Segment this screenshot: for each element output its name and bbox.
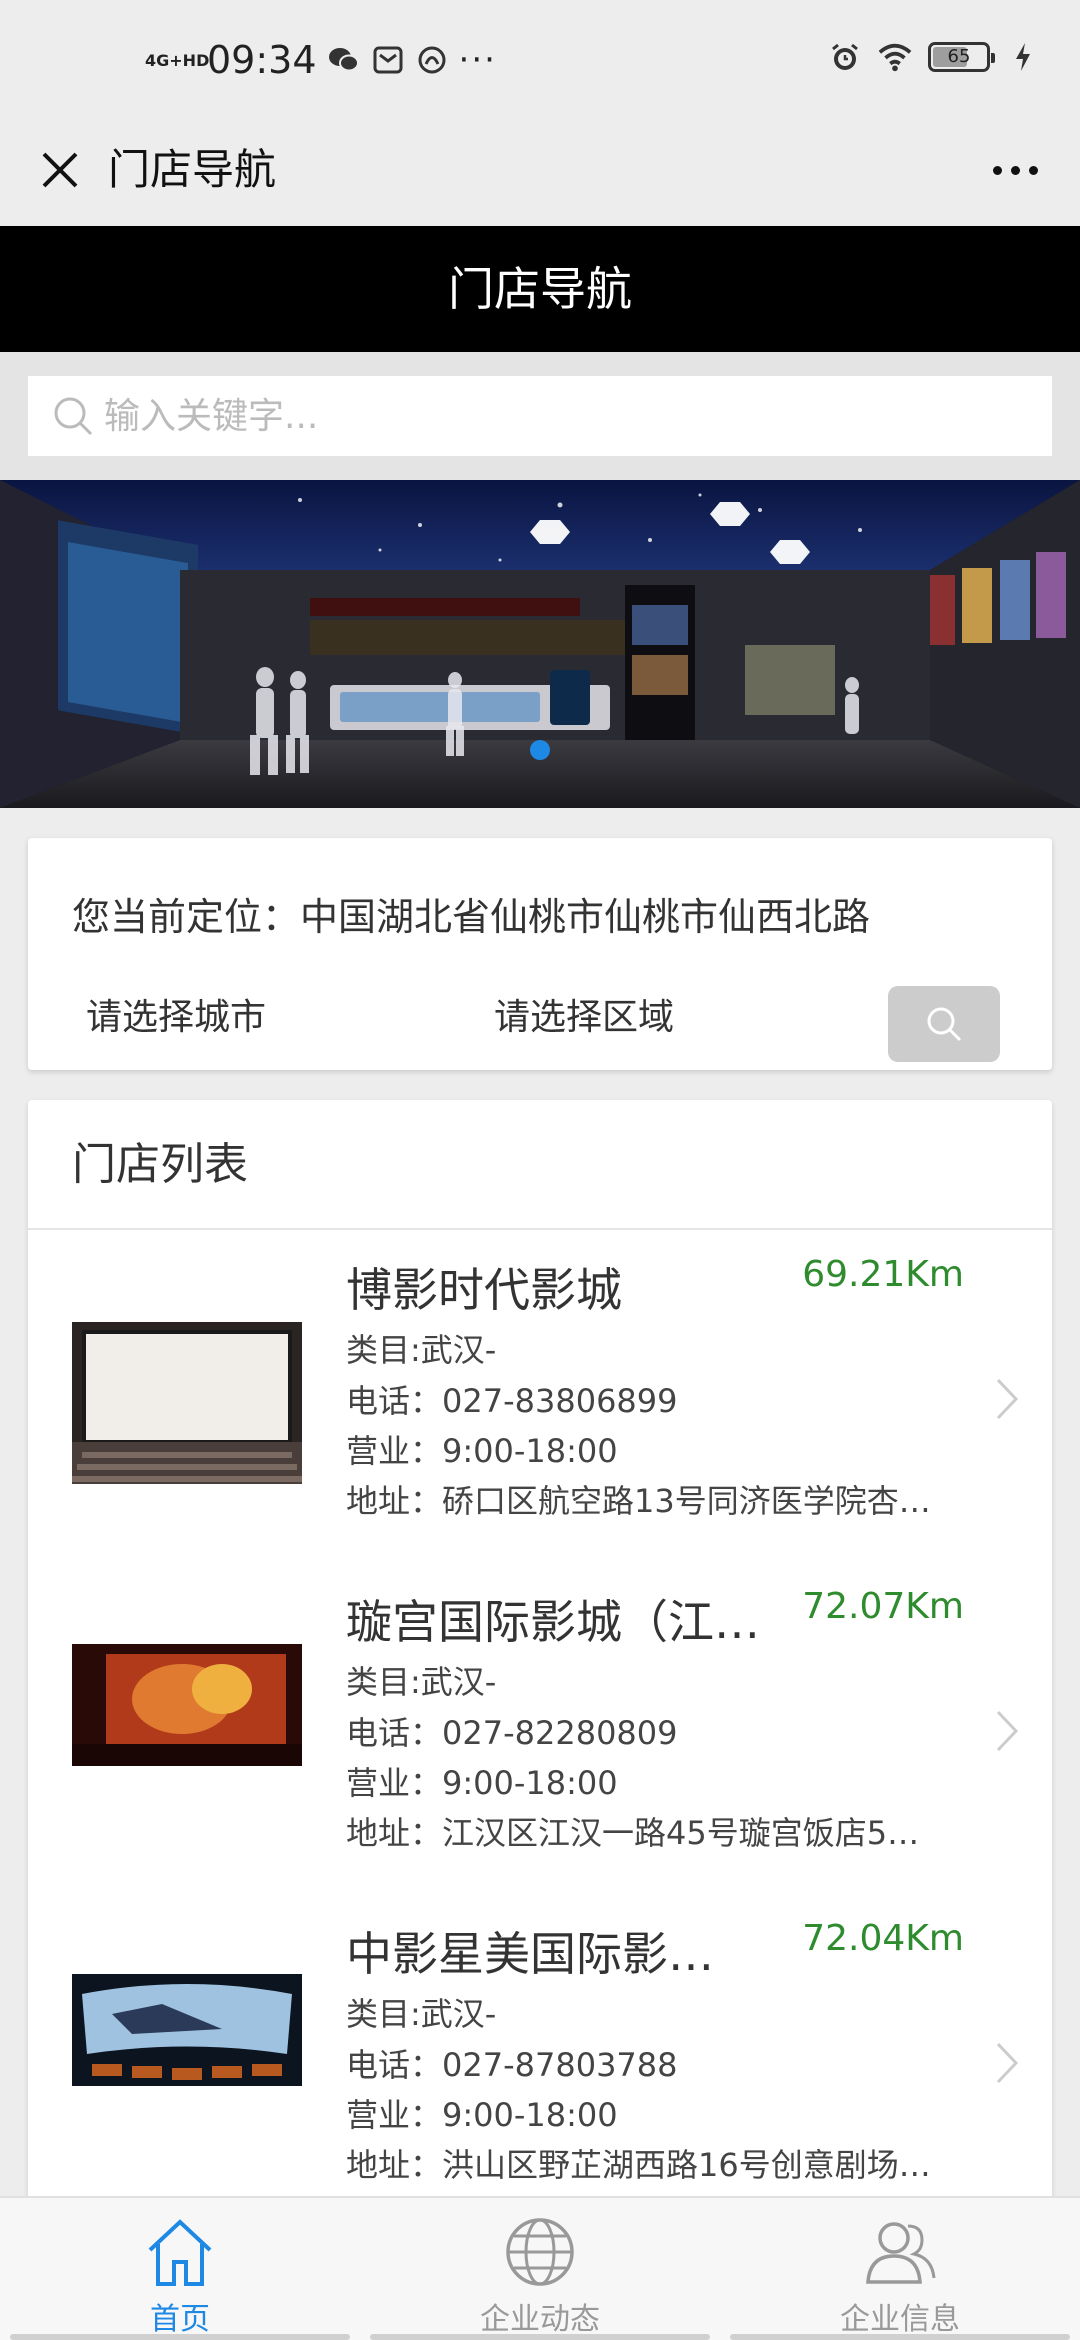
current-location: 您当前定位：中国湖北省仙桃市仙桃市仙西北路 <box>72 895 871 939</box>
more-icon-dot <box>992 165 1002 175</box>
carousel-indicator-dot[interactable] <box>530 740 550 760</box>
store-thumbnail <box>72 1322 302 1484</box>
chevron-right-icon <box>992 1374 1022 1424</box>
clock: 09:34 <box>207 38 317 82</box>
store-category: 类目:武汉- <box>346 1995 497 2033</box>
tab-indicator <box>10 2334 350 2340</box>
search-icon <box>54 397 93 436</box>
store-address: 地址：硚口区航空路13号同济医学院杏… <box>346 1482 931 1520</box>
store-hours: 营业：9:00-18:00 <box>346 2096 618 2134</box>
more-icon-dot <box>1010 165 1020 175</box>
store-list: 门店列表 博影时代影城 69.21Km 类目:武汉- 电话：027-838068… <box>28 1100 1052 2240</box>
close-icon <box>42 152 78 188</box>
store-item[interactable]: 博影时代影城 69.21Km 类目:武汉- 电话：027-83806899 营业… <box>28 1232 1052 1562</box>
home-icon <box>148 2219 212 2286</box>
store-category: 类目:武汉- <box>346 1331 497 1369</box>
store-item[interactable]: 中影星美国际影… 72.04Km 类目:武汉- 电话：027-87803788 … <box>28 1896 1052 2226</box>
users-icon <box>866 2222 936 2284</box>
wifi-icon <box>878 40 912 74</box>
mail-notification-icon <box>371 43 405 77</box>
store-address: 地址：江汉区江汉一路45号璇宫饭店5… <box>346 1814 920 1852</box>
store-phone: 电话：027-83806899 <box>346 1382 678 1420</box>
search-box[interactable] <box>28 376 1052 456</box>
store-name: 中影星美国际影… <box>346 1927 714 1981</box>
status-bar: 4G+HD 09:34 ··· 65 <box>0 0 1080 120</box>
store-distance: 69.21Km <box>802 1254 964 1295</box>
banner-carousel[interactable] <box>0 480 1080 808</box>
alarm-icon <box>828 40 862 74</box>
store-phone: 电话：027-87803788 <box>346 2046 678 2084</box>
status-right: 65 <box>828 40 1040 74</box>
search-icon <box>927 1007 962 1042</box>
store-distance: 72.04Km <box>802 1918 964 1959</box>
store-item[interactable]: 璇宫国际影城（江… 72.07Km 类目:武汉- 电话：027-82280809… <box>28 1564 1052 1894</box>
tab-label: 企业信息 <box>840 2302 960 2337</box>
search-input[interactable] <box>104 395 1004 437</box>
store-phone: 电话：027-82280809 <box>346 1714 678 1752</box>
page-title: 门店导航 <box>0 226 1080 352</box>
tab-company-news[interactable]: 企业动态 <box>360 2198 720 2340</box>
tab-indicator <box>370 2334 710 2340</box>
location-card: 您当前定位：中国湖北省仙桃市仙桃市仙西北路 请选择城市 请选择区域 <box>28 838 1052 1070</box>
store-name: 璇宫国际影城（江… <box>346 1595 760 1649</box>
more-notifications-icon: ··· <box>458 40 497 80</box>
bottom-tab-bar: 首页 企业动态 企业信息 <box>0 2196 1080 2340</box>
store-address: 地址：洪山区野芷湖西路16号创意剧场… <box>346 2146 931 2184</box>
close-button[interactable] <box>30 140 90 200</box>
app-notification-icon <box>415 43 449 77</box>
more-menu-button[interactable] <box>980 140 1050 200</box>
more-icon-dot <box>1028 165 1038 175</box>
store-hours: 营业：9:00-18:00 <box>346 1432 618 1470</box>
chevron-right-icon <box>992 2038 1022 2088</box>
store-thumbnail <box>72 1644 302 1766</box>
charging-icon <box>1006 40 1040 74</box>
globe-icon <box>506 2218 574 2286</box>
status-left: 4G+HD 09:34 ··· <box>145 38 497 82</box>
location-search-button[interactable] <box>888 986 1000 1062</box>
select-area-dropdown[interactable]: 请选择区域 <box>494 988 674 1040</box>
tab-label: 企业动态 <box>480 2302 600 2337</box>
tab-company-info[interactable]: 企业信息 <box>720 2198 1080 2340</box>
store-thumbnail <box>72 1974 302 2086</box>
wechat-notification-icon <box>327 43 361 77</box>
select-city-dropdown[interactable]: 请选择城市 <box>86 988 266 1040</box>
network-indicator: 4G+HD <box>145 50 210 70</box>
store-name: 博影时代影城 <box>346 1263 622 1317</box>
nav-bar: 门店导航 <box>0 120 1080 226</box>
store-list-title: 门店列表 <box>28 1100 1052 1230</box>
tab-indicator <box>730 2334 1070 2340</box>
battery-level: 65 <box>947 46 971 67</box>
search-bar <box>0 352 1080 480</box>
store-hours: 营业：9:00-18:00 <box>346 1764 618 1802</box>
battery-indicator: 65 <box>928 42 995 72</box>
tab-label: 首页 <box>150 2302 210 2337</box>
chevron-right-icon <box>992 1706 1022 1756</box>
store-distance: 72.07Km <box>802 1586 964 1627</box>
store-category: 类目:武汉- <box>346 1663 497 1701</box>
tab-home[interactable]: 首页 <box>0 2198 360 2340</box>
nav-title: 门店导航 <box>108 145 277 194</box>
